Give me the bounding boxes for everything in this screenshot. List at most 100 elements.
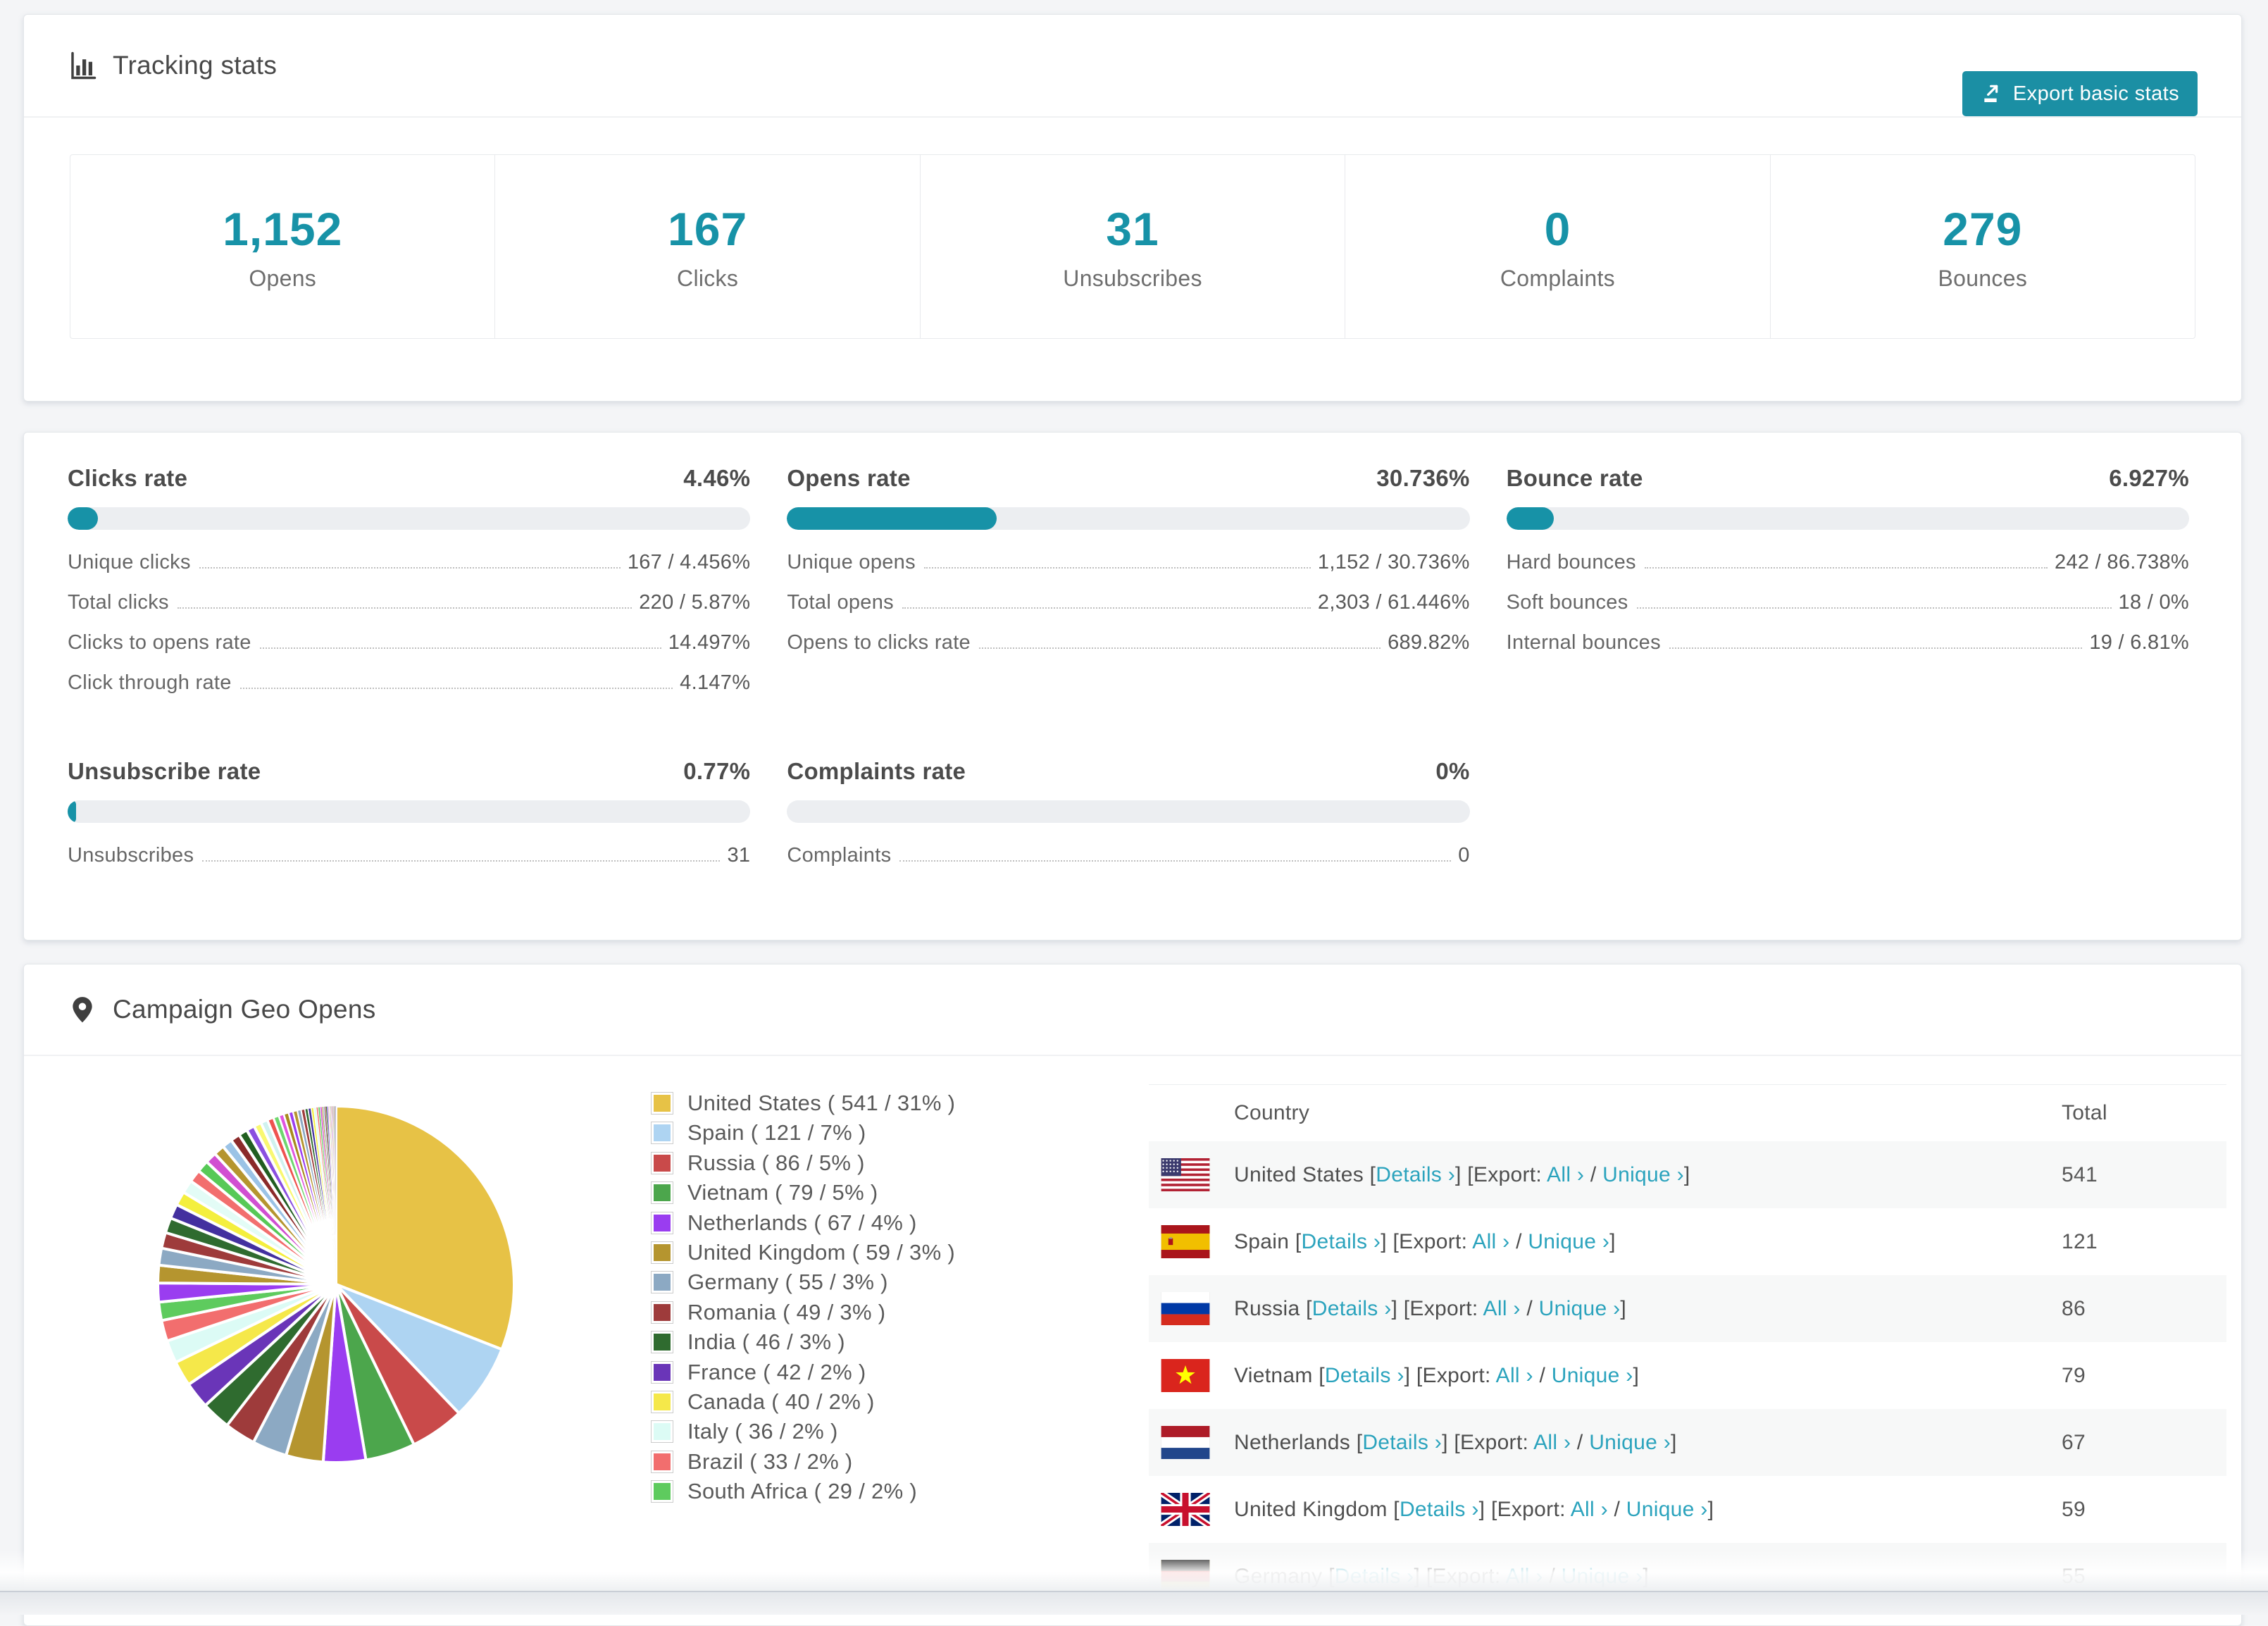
legend-item: India ( 46 / 3% ) bbox=[651, 1329, 955, 1355]
dotted-leader bbox=[1669, 647, 2083, 649]
details-link[interactable]: Details › bbox=[1376, 1163, 1455, 1186]
rate-row-label: Clicks to opens rate bbox=[68, 631, 251, 654]
table-row-nl: Netherlands [Details ›] [Export: All › /… bbox=[1149, 1409, 2226, 1476]
export-unique-link[interactable]: Unique › bbox=[1602, 1163, 1684, 1186]
rate-row-value: 2,303 / 61.446% bbox=[1317, 591, 1470, 614]
export-unique-link[interactable]: Unique › bbox=[1539, 1297, 1621, 1320]
rate-stat-row: Unsubscribes 31 bbox=[68, 844, 750, 884]
export-all-link[interactable]: All › bbox=[1571, 1498, 1608, 1521]
dotted-leader bbox=[978, 647, 1381, 649]
legend-item: Canada ( 40 / 2% ) bbox=[651, 1389, 955, 1414]
export-prefix-text: ] [Export: bbox=[1391, 1296, 1483, 1320]
rate-stat-row: Total clicks 220 / 5.87% bbox=[68, 591, 750, 631]
country-cell: United States [Details ›] [Export: All ›… bbox=[1234, 1163, 2062, 1187]
geo-country-table: Country Total United States [Details ›] … bbox=[1149, 1084, 2226, 1610]
slash-text: / bbox=[1584, 1162, 1603, 1186]
legend-label: France ( 42 / 2% ) bbox=[687, 1359, 866, 1384]
rate-stat-row: Unique clicks 167 / 4.456% bbox=[68, 551, 750, 591]
details-link[interactable]: Details › bbox=[1302, 1230, 1381, 1253]
bracket-close-text: ] bbox=[1670, 1430, 1677, 1454]
rate-row-label: Total opens bbox=[787, 591, 894, 614]
export-unique-link[interactable]: Unique › bbox=[1528, 1230, 1609, 1253]
rate-row-value: 18 / 0% bbox=[2118, 591, 2189, 614]
country-cell: Vietnam [Details ›] [Export: All › / Uni… bbox=[1234, 1364, 2062, 1388]
rate-row-label: Unique opens bbox=[787, 551, 916, 573]
rate-value: 0% bbox=[1435, 758, 1470, 784]
stat-box-opens: 1,152 Opens bbox=[70, 155, 496, 338]
column-header-total: Total bbox=[2062, 1101, 2107, 1124]
rate-value: 4.46% bbox=[683, 465, 751, 491]
rate-row-value: 14.497% bbox=[668, 631, 751, 654]
country-cell: United Kingdom [Details ›] [Export: All … bbox=[1234, 1498, 2062, 1522]
stat-value: 1,152 bbox=[223, 202, 343, 255]
rate-stat-row: Internal bounces 19 / 6.81% bbox=[1507, 631, 2189, 671]
legend-swatch bbox=[651, 1480, 673, 1503]
country-name-text: Spain [ bbox=[1234, 1229, 1302, 1253]
slash-text: / bbox=[1520, 1296, 1539, 1320]
bracket-close-text: ] bbox=[1683, 1162, 1690, 1186]
rate-title: Complaints rate bbox=[787, 758, 966, 784]
slash-text: / bbox=[1509, 1229, 1528, 1253]
legend-item: Vietnam ( 79 / 5% ) bbox=[651, 1180, 955, 1205]
dotted-leader bbox=[899, 860, 1452, 862]
details-link[interactable]: Details › bbox=[1400, 1498, 1479, 1521]
legend-swatch bbox=[651, 1271, 673, 1294]
legend-swatch bbox=[651, 1092, 673, 1115]
legend-label: India ( 46 / 3% ) bbox=[687, 1329, 845, 1355]
legend-label: Romania ( 49 / 3% ) bbox=[687, 1299, 886, 1324]
geo-pie-chart bbox=[130, 1078, 542, 1491]
export-all-link[interactable]: All › bbox=[1472, 1230, 1509, 1253]
progress-bar bbox=[68, 800, 751, 823]
legend-item: Brazil ( 33 / 2% ) bbox=[651, 1449, 955, 1474]
rate-stat-row: Total opens 2,303 / 61.446% bbox=[787, 591, 1469, 631]
export-all-link[interactable]: All › bbox=[1496, 1364, 1533, 1387]
rate-row-label: Hard bounces bbox=[1506, 551, 1636, 573]
export-all-link[interactable]: All › bbox=[1547, 1163, 1584, 1186]
progress-bar-fill bbox=[787, 507, 997, 530]
legend-label: Russia ( 86 / 5% ) bbox=[687, 1150, 865, 1175]
table-row-gb: United Kingdom [Details ›] [Export: All … bbox=[1149, 1476, 2226, 1543]
export-unique-link[interactable]: Unique › bbox=[1589, 1431, 1671, 1454]
export-basic-stats-button[interactable]: Export basic stats bbox=[1962, 71, 2198, 116]
stat-box-clicks: 167 Clicks bbox=[495, 155, 921, 338]
export-all-link[interactable]: All › bbox=[1533, 1431, 1571, 1454]
stat-value: 167 bbox=[668, 202, 748, 255]
stat-label: Opens bbox=[249, 265, 317, 291]
legend-label: Vietnam ( 79 / 5% ) bbox=[687, 1180, 878, 1205]
export-prefix-text: ] [Export: bbox=[1478, 1497, 1571, 1521]
gb-flag-icon bbox=[1161, 1493, 1210, 1526]
export-prefix-text: ] [Export: bbox=[1455, 1162, 1547, 1186]
legend-item: France ( 42 / 2% ) bbox=[651, 1360, 955, 1384]
rate-section-clicks-rate: Clicks rate 4.46% Unique clicks 167 / 4.456… bbox=[68, 465, 751, 712]
details-link[interactable]: Details › bbox=[1312, 1297, 1392, 1320]
export-prefix-text: ] [Export: bbox=[1404, 1363, 1496, 1387]
geo-table-header: Country Total bbox=[1149, 1085, 2226, 1141]
legend-label: United States ( 541 / 31% ) bbox=[687, 1091, 956, 1115]
export-unique-link[interactable]: Unique › bbox=[1552, 1364, 1633, 1387]
export-all-link[interactable]: All › bbox=[1483, 1297, 1521, 1320]
legend-item: South Africa ( 29 / 2% ) bbox=[651, 1479, 955, 1503]
stat-value: 0 bbox=[1544, 202, 1571, 255]
details-link[interactable]: Details › bbox=[1362, 1431, 1442, 1454]
export-unique-link[interactable]: Unique › bbox=[1626, 1498, 1708, 1521]
geo-card-header: Campaign Geo Opens bbox=[24, 964, 2241, 1056]
rate-row-label: Opens to clicks rate bbox=[787, 631, 971, 654]
rate-title: Bounce rate bbox=[1506, 465, 1643, 491]
rate-row-label: Soft bounces bbox=[1506, 591, 1628, 614]
stat-label: Bounces bbox=[1938, 265, 2028, 291]
progress-bar-fill bbox=[1506, 507, 1554, 530]
legend-item: Spain ( 121 / 7% ) bbox=[651, 1120, 955, 1145]
rate-title: Opens rate bbox=[787, 465, 911, 491]
tracking-stats-header: Tracking stats Export basic stats bbox=[24, 15, 2241, 118]
bracket-close-text: ] bbox=[1620, 1296, 1627, 1320]
stat-value: 279 bbox=[1943, 202, 2023, 255]
us-flag-icon bbox=[1161, 1158, 1210, 1191]
legend-swatch bbox=[651, 1301, 673, 1324]
rates-card: Clicks rate 4.46% Unique clicks 167 / 4.456… bbox=[23, 432, 2242, 941]
rate-title: Unsubscribe rate bbox=[68, 758, 261, 784]
details-link[interactable]: Details › bbox=[1325, 1364, 1404, 1387]
rates-grid: Clicks rate 4.46% Unique clicks 167 / 4.456… bbox=[24, 433, 2241, 884]
nl-flag-icon bbox=[1161, 1426, 1210, 1459]
dotted-leader bbox=[199, 567, 621, 569]
slash-text: / bbox=[1607, 1497, 1626, 1521]
